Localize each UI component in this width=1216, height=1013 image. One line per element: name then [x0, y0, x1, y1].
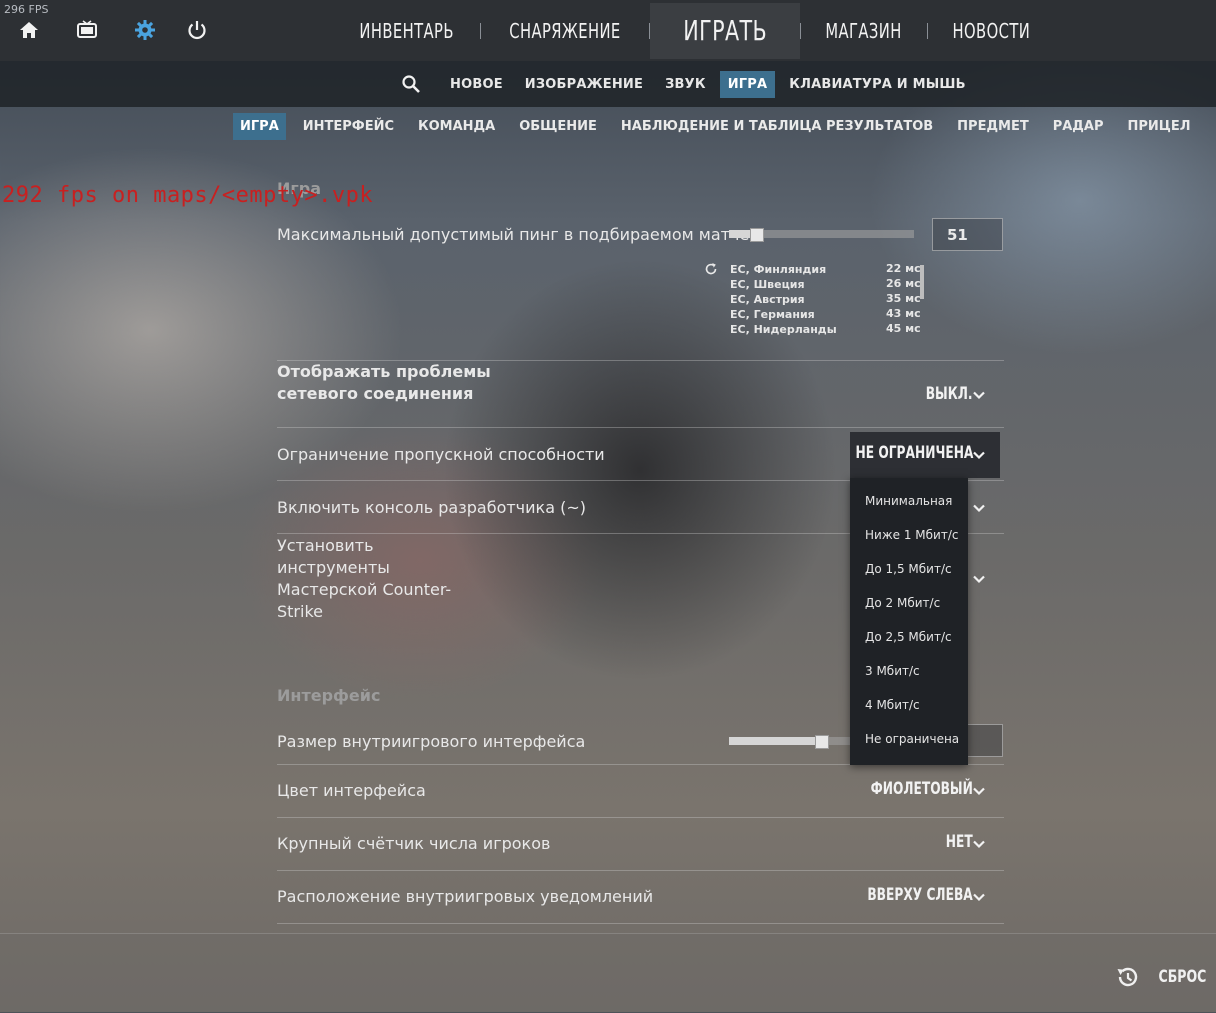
category-tabs: ИГРА ИНТЕРФЕЙС КОМАНДА ОБЩЕНИЕ НАБЛЮДЕНИ… — [233, 113, 1208, 140]
hud-color-label: Цвет интерфейса — [277, 781, 426, 800]
chevron-down-icon[interactable] — [972, 837, 986, 851]
tv-icon[interactable] — [75, 18, 99, 42]
hud-color-dropdown[interactable]: ФИОЛЕТОВЫЙ — [871, 779, 973, 799]
server-list-scrollbar[interactable] — [920, 265, 924, 299]
server-name: ЕС, Нидерланды — [730, 323, 837, 336]
category-spectator-scoreboard[interactable]: НАБЛЮДЕНИЕ И ТАБЛИЦА РЕЗУЛЬТАТОВ — [614, 113, 940, 140]
category-team[interactable]: КОМАНДА — [411, 113, 502, 140]
fps-counter: 296 FPS — [4, 3, 49, 16]
gear-icon[interactable] — [133, 18, 157, 42]
row-divider — [277, 427, 1004, 428]
tab-video[interactable]: ИЗОБРАЖЕНИЕ — [517, 71, 651, 98]
server-ping: 43 мс — [886, 307, 921, 320]
row-divider — [277, 817, 1004, 818]
nav-play[interactable]: ИГРАТЬ — [670, 14, 780, 47]
home-icon[interactable] — [17, 18, 41, 42]
chevron-down-icon[interactable] — [972, 501, 986, 515]
dropdown-option[interactable]: 3 Мбит/с — [865, 664, 920, 678]
row-divider — [277, 870, 1004, 871]
server-ping: 26 мс — [886, 277, 921, 290]
chevron-down-icon[interactable] — [972, 890, 986, 904]
bandwidth-options-menu: Минимальная Ниже 1 Мбит/с До 1,5 Мбит/с … — [850, 478, 968, 765]
dropdown-option[interactable]: До 2 Мбит/с — [865, 596, 940, 610]
nav-play-wrap: ИГРАТЬ — [650, 2, 801, 59]
settings-tabs: НОВОЕ ИЗОБРАЖЕНИЕ ЗВУК ИГРА КЛАВИАТУРА И… — [396, 70, 980, 98]
category-crosshair[interactable]: ПРИЦЕЛ — [1120, 113, 1197, 140]
category-communication[interactable]: ОБЩЕНИЕ — [512, 113, 604, 140]
bandwidth-label: Ограничение пропускной способности — [277, 445, 605, 464]
server-name: ЕС, Австрия — [730, 293, 805, 306]
hud-size-label: Размер внутриигрового интерфейса — [277, 732, 586, 751]
chevron-down-icon[interactable] — [972, 388, 986, 402]
server-name: ЕС, Финляндия — [730, 263, 827, 276]
max-ping-label: Максимальный допустимый пинг в подбираем… — [277, 225, 750, 244]
refresh-icon[interactable] — [704, 261, 718, 280]
bottom-bar — [0, 933, 1216, 1013]
nav-divider — [480, 22, 482, 39]
nav-news[interactable]: НОВОСТИ — [939, 19, 1043, 43]
tab-new[interactable]: НОВОЕ — [442, 71, 511, 98]
reset-label: СБРОС — [1158, 967, 1206, 987]
category-interface[interactable]: ИНТЕРФЕЙС — [296, 113, 401, 140]
search-icon[interactable] — [396, 70, 426, 98]
server-ping: 22 мс — [886, 262, 921, 275]
dropdown-option[interactable]: Не ограничена — [865, 732, 959, 746]
tab-keyboard-mouse[interactable]: КЛАВИАТУРА И МЫШЬ — [781, 71, 974, 98]
main-nav: ИНВЕНТАРЬ СНАРЯЖЕНИЕ ИГРАТЬ МАГАЗИН НОВО… — [333, 0, 1054, 61]
net-problems-label: Отображать проблемы сетевого соединения — [277, 362, 491, 403]
dropdown-option[interactable]: До 2,5 Мбит/с — [865, 630, 952, 644]
dropdown-option[interactable]: Ниже 1 Мбит/с — [865, 528, 958, 542]
big-player-counter-dropdown[interactable]: НЕТ — [946, 832, 973, 852]
dev-console-label: Включить консоль разработчика (~) — [277, 498, 586, 517]
chevron-down-icon[interactable] — [972, 572, 986, 586]
dropdown-option[interactable]: 4 Мбит/с — [865, 698, 920, 712]
workshop-tools-label: Установить инструменты Мастерской Counte… — [277, 536, 452, 621]
category-game[interactable]: ИГРА — [233, 113, 286, 140]
category-item[interactable]: ПРЕДМЕТ — [950, 113, 1036, 140]
server-name: ЕС, Швеция — [730, 278, 805, 291]
section-title-interface: Интерфейс — [277, 686, 381, 705]
nav-loadout[interactable]: СНАРЯЖЕНИЕ — [496, 19, 634, 43]
notification-position-dropdown[interactable]: ВВЕРХУ СЛЕВА — [868, 885, 973, 905]
bandwidth-dropdown[interactable]: НЕ ОГРАНИЧЕНА — [855, 443, 973, 463]
hud-size-slider-fill — [729, 737, 822, 745]
server-name: ЕС, Германия — [730, 308, 815, 321]
server-ping: 45 мс — [886, 322, 921, 335]
net-problems-dropdown[interactable]: ВЫКЛ. — [926, 384, 973, 404]
chevron-down-icon[interactable] — [972, 784, 986, 798]
chevron-down-icon[interactable] — [972, 448, 986, 462]
nav-divider — [926, 22, 928, 39]
nav-divider — [800, 22, 802, 39]
row-divider — [277, 923, 1004, 924]
tab-audio[interactable]: ЗВУК — [657, 71, 714, 98]
power-icon[interactable] — [185, 18, 209, 42]
dropdown-option[interactable]: Минимальная — [865, 494, 952, 508]
notification-position-label: Расположение внутриигровых уведомлений — [277, 887, 654, 906]
reset-button[interactable]: СБРОС — [1114, 964, 1206, 990]
category-radar[interactable]: РАДАР — [1046, 113, 1111, 140]
max-ping-input[interactable]: 51 — [932, 218, 1003, 251]
max-ping-slider-thumb[interactable] — [750, 228, 764, 242]
hud-size-slider-thumb[interactable] — [815, 735, 829, 749]
big-player-counter-label: Крупный счётчик числа игроков — [277, 834, 551, 853]
dropdown-option[interactable]: До 1,5 Мбит/с — [865, 562, 952, 576]
reset-history-icon — [1117, 967, 1137, 987]
nav-store[interactable]: МАГАЗИН — [813, 19, 916, 43]
server-ping: 35 мс — [886, 292, 921, 305]
tab-game[interactable]: ИГРА — [719, 70, 776, 98]
console-fps-overlay: 292 fps on maps/<empty>.vpk — [2, 183, 374, 208]
nav-inventory[interactable]: ИНВЕНТАРЬ — [346, 19, 467, 43]
top-bar: 296 FPS ИНВЕНТАРЬ СНАРЯЖЕНИЕ ИГРАТЬ МАГА… — [0, 0, 1216, 61]
